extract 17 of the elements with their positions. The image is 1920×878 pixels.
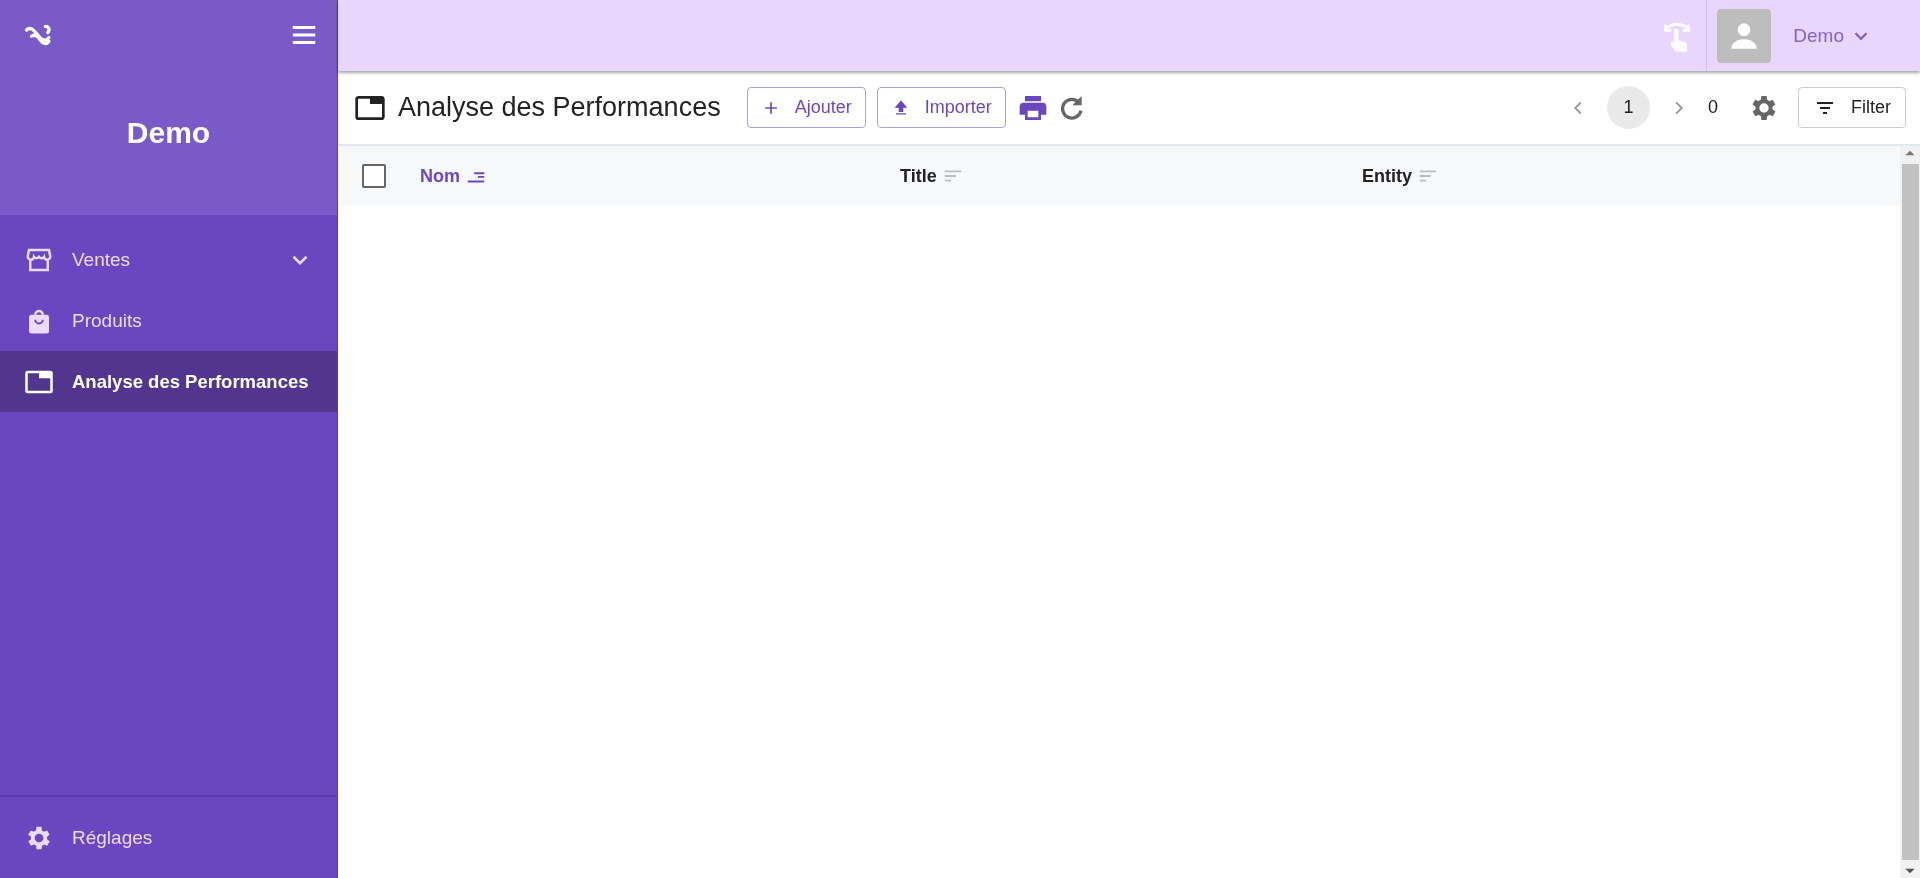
select-all-checkbox[interactable] <box>362 164 386 188</box>
filter-button[interactable]: Filter <box>1798 87 1906 128</box>
column-header[interactable]: Entity <box>1362 165 1900 187</box>
nav-item[interactable]: Analyse des Performances <box>0 351 337 412</box>
toolbar-button[interactable]: Ajouter <box>746 87 866 128</box>
total-count: 0 <box>1708 97 1718 118</box>
nav-item[interactable]: Réglages <box>24 807 313 868</box>
nav-item[interactable]: Produits <box>0 290 337 351</box>
toolbar-button[interactable]: Importer <box>876 87 1006 128</box>
page-title: Analyse des Performances <box>398 92 721 123</box>
column-header[interactable]: Title <box>900 165 1352 187</box>
user-menu[interactable]: Demo <box>1793 24 1872 47</box>
app-title: Demo <box>125 116 212 150</box>
scrollbar[interactable] <box>1900 146 1920 878</box>
column-header[interactable]: Nom <box>420 165 890 187</box>
current-page[interactable]: 1 <box>1607 86 1650 129</box>
nav-item[interactable]: Ventes <box>0 229 337 290</box>
